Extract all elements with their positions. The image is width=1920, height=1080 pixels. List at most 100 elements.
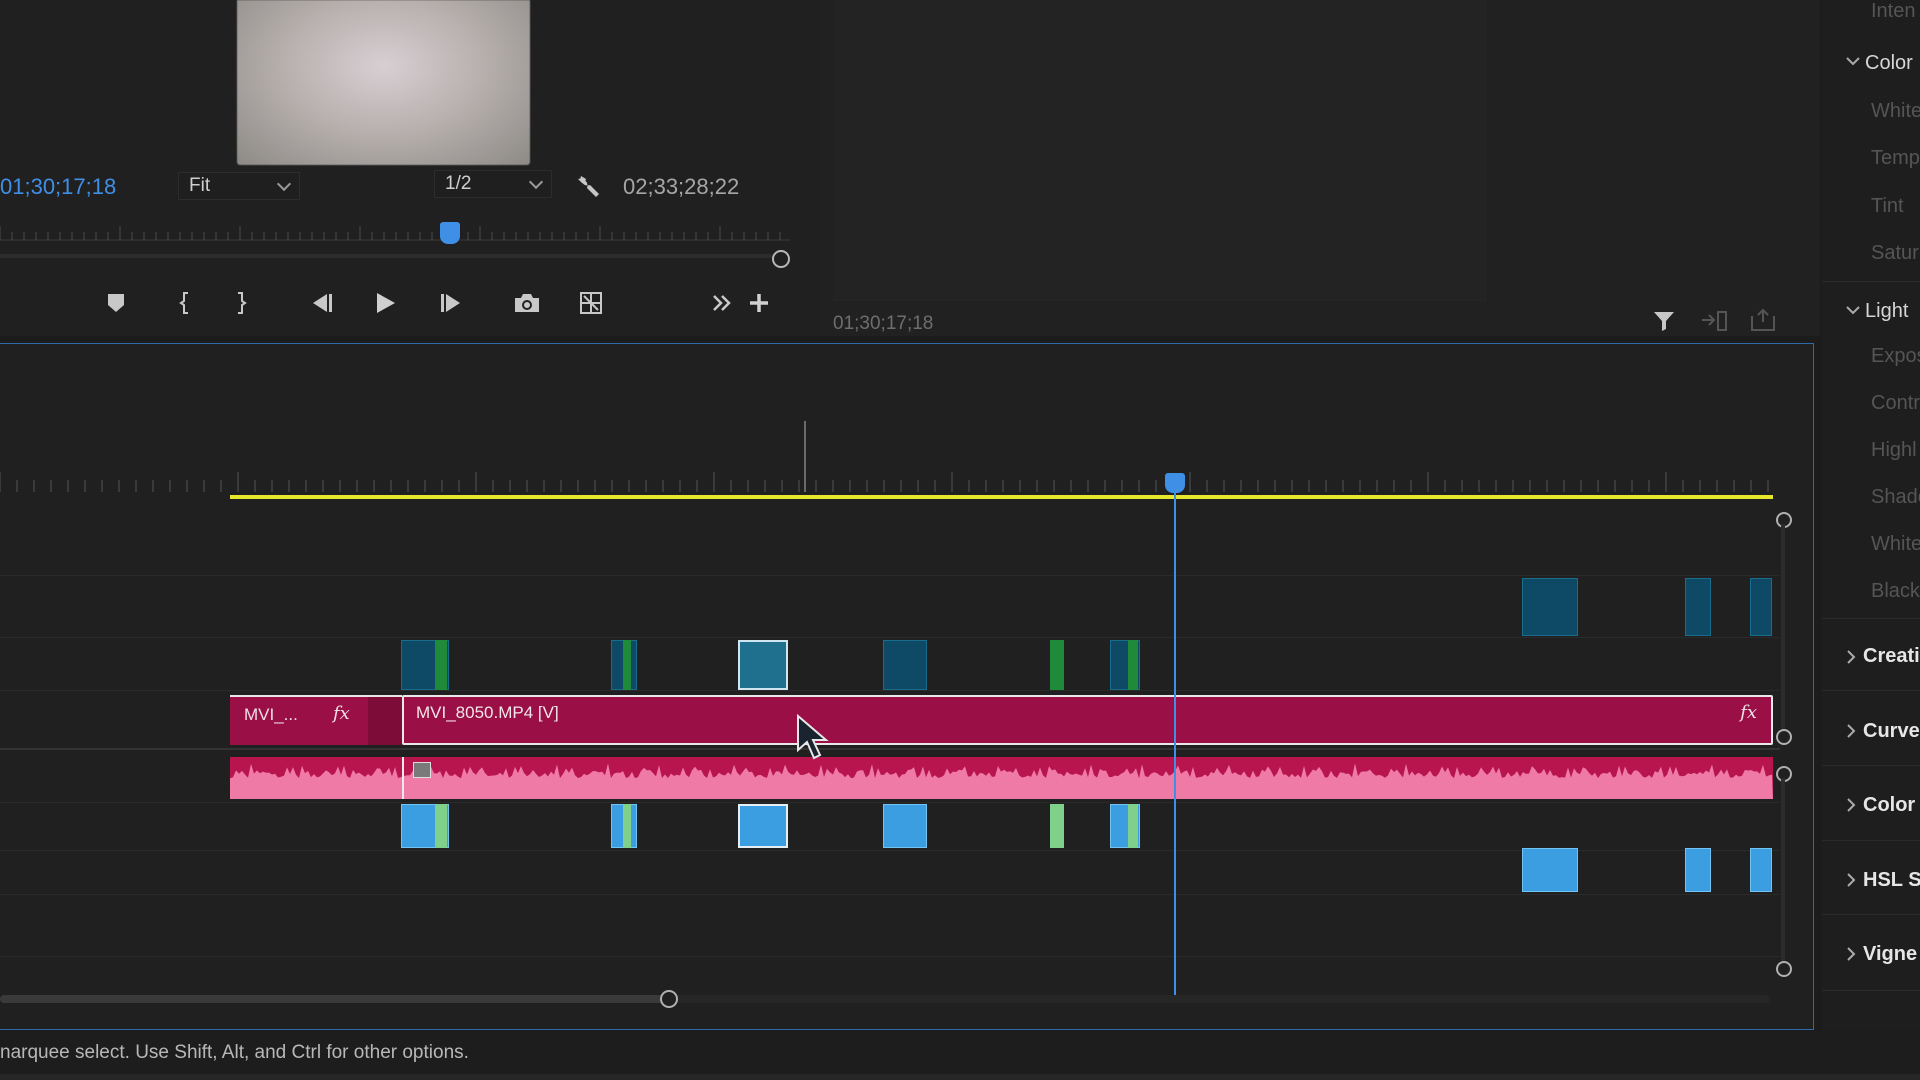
video-clip-gap[interactable] <box>368 695 402 745</box>
divider <box>1822 690 1920 691</box>
audio-waveform <box>230 763 1773 799</box>
horizontal-scroll-handle[interactable] <box>660 990 678 1008</box>
clip-label: MVI_... <box>244 705 298 724</box>
audio-clip-main[interactable] <box>230 757 1773 799</box>
audio-clip[interactable] <box>1050 804 1064 848</box>
lumetri-section-hsl-secondary[interactable]: HSL S <box>1816 869 1920 892</box>
video-clip[interactable] <box>1685 578 1711 636</box>
mark-in-button[interactable] <box>168 286 202 320</box>
status-bar: narquee select. Use Shift, Alt, and Ctrl… <box>0 1030 1920 1080</box>
lumetri-item-exposure[interactable]: Expos <box>1822 345 1920 368</box>
lumetri-section-light[interactable]: Light <box>1816 300 1920 323</box>
lumetri-item-temperature[interactable]: Temp <box>1822 147 1920 170</box>
vertical-scrollbar[interactable] <box>1781 524 1785 729</box>
work-area-bar <box>230 495 1773 499</box>
lumetri-item-shadows[interactable]: Shado <box>1822 486 1920 509</box>
overlay-settings-button[interactable] <box>574 286 608 320</box>
lumetri-section-curves[interactable]: Curve <box>1816 720 1920 743</box>
play-button[interactable] <box>368 286 402 320</box>
audio-clip[interactable] <box>1685 848 1711 892</box>
lumetri-item-intensity[interactable]: Inten <box>1822 0 1920 23</box>
source-duration: 02;33;28;22 <box>623 174 740 199</box>
go-to-in-button[interactable] <box>305 286 339 320</box>
audio-clip[interactable] <box>1522 848 1578 892</box>
audio-clip[interactable] <box>883 804 927 848</box>
lumetri-item-saturation[interactable]: Satur <box>1822 242 1920 265</box>
export-frame-button[interactable] <box>510 286 544 320</box>
divider <box>1822 281 1920 282</box>
video-clip-transition[interactable] <box>435 640 447 690</box>
mark-out-icon <box>238 292 247 314</box>
more-controls-button[interactable] <box>705 286 739 320</box>
audio-clip[interactable] <box>1750 848 1772 892</box>
divider <box>1822 618 1920 619</box>
lumetri-section-color-wheels[interactable]: Color <box>1816 794 1920 817</box>
zoom-dropdown[interactable]: Fit <box>178 172 300 200</box>
keyframe-icon[interactable] <box>413 762 431 778</box>
video-clip-short[interactable]: MVI_... fx <box>230 695 368 745</box>
track-divider <box>0 956 1780 957</box>
vertical-scrollbar[interactable] <box>1781 778 1785 961</box>
resolution-dropdown[interactable]: 1/2 <box>434 170 552 198</box>
timeline-playhead[interactable] <box>1165 473 1185 493</box>
export-icon[interactable] <box>1748 308 1778 332</box>
video-clip-main[interactable]: MVI_8050.MP4 [V] fx <box>402 695 1773 745</box>
lumetri-item-blacks[interactable]: Black <box>1822 580 1920 603</box>
video-clip-transition[interactable] <box>623 640 631 690</box>
mark-out-button[interactable] <box>224 286 258 320</box>
source-zoom-handle[interactable] <box>772 250 790 268</box>
camera-icon <box>515 294 539 312</box>
lumetri-item-whites[interactable]: White <box>1822 533 1920 556</box>
timeline-ruler[interactable] <box>0 344 1780 504</box>
source-monitor: 01;30;17;18 Fit 1/2 02;33;28;22 <box>0 0 818 336</box>
vertical-scroll-handle[interactable] <box>1776 729 1792 745</box>
marker-icon <box>108 294 124 312</box>
video-clip[interactable] <box>1522 578 1578 636</box>
lumetri-section-creative[interactable]: Creati <box>1816 645 1920 668</box>
fx-badge[interactable]: fx <box>1740 702 1757 723</box>
track-divider <box>0 802 1780 803</box>
video-clip-transition[interactable] <box>1128 640 1138 690</box>
program-timecode: 01;30;17;18 <box>833 313 934 334</box>
lumetri-item-highlights[interactable]: Highl <box>1822 439 1920 462</box>
lumetri-section-color[interactable]: Color <box>1816 52 1920 75</box>
chevron-down-icon <box>276 176 292 192</box>
video-clip-selected[interactable] <box>738 640 788 690</box>
fx-badge[interactable]: fx <box>333 703 350 724</box>
source-current-timecode[interactable]: 01;30;17;18 <box>0 174 116 200</box>
video-clip[interactable] <box>1050 640 1064 690</box>
track-divider <box>0 637 1780 638</box>
lumetri-item-white-balance[interactable]: White <box>1822 100 1920 123</box>
mark-in-icon <box>179 292 188 314</box>
filter-icon[interactable] <box>1652 308 1678 334</box>
track-divider <box>0 894 1780 895</box>
timeline-panel: MVI_... fx MVI_8050.MP4 [V] fx <box>0 343 1814 1030</box>
bottom-edge <box>0 1074 1920 1080</box>
wrench-icon[interactable] <box>575 172 603 200</box>
video-clip[interactable] <box>883 640 927 690</box>
audio-clip-transition[interactable] <box>1128 804 1138 848</box>
audio-clip-selected[interactable] <box>738 804 788 848</box>
vertical-scroll-handle[interactable] <box>1776 961 1792 977</box>
button-editor-button[interactable] <box>742 286 776 320</box>
source-time-ruler[interactable] <box>0 220 800 270</box>
video-clip[interactable] <box>1750 578 1772 636</box>
source-playhead[interactable] <box>440 222 460 244</box>
lumetri-section-vignette[interactable]: Vigne <box>1816 943 1920 966</box>
program-preview-frame[interactable] <box>833 0 1486 301</box>
source-preview-frame[interactable] <box>237 0 530 165</box>
timeline-playhead-line[interactable] <box>1174 474 1176 996</box>
add-marker-button[interactable] <box>99 286 133 320</box>
track-divider <box>0 690 1780 691</box>
horizontal-scrollbar-thumb[interactable] <box>0 995 664 1003</box>
audio-clip-transition[interactable] <box>623 804 631 848</box>
lumetri-item-tint[interactable]: Tint <box>1822 195 1920 218</box>
lumetri-color-panel: Inten Color White Temp Tint Satur Light … <box>1822 0 1920 1080</box>
go-to-out-button[interactable] <box>434 286 468 320</box>
double-chevron-right-icon <box>713 295 731 311</box>
track-divider <box>0 575 1780 576</box>
audio-clip-transition[interactable] <box>435 804 447 848</box>
insert-icon[interactable] <box>1700 310 1728 332</box>
lumetri-item-contrast[interactable]: Contr <box>1822 392 1920 415</box>
plus-icon <box>750 294 768 312</box>
